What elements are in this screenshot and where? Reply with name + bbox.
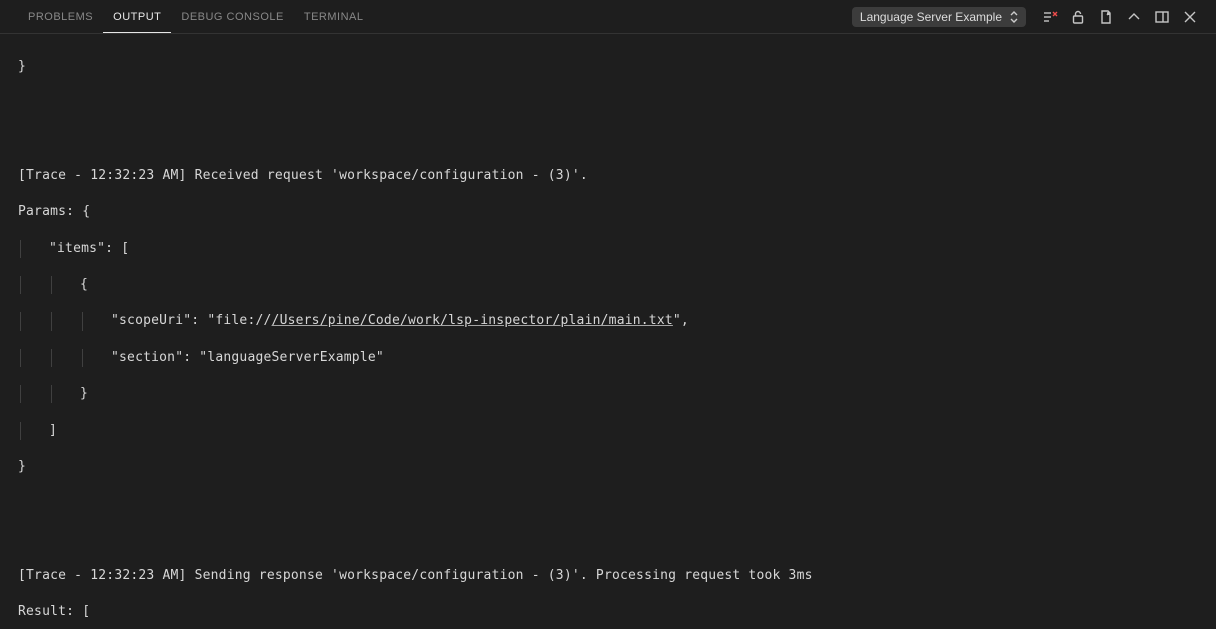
toggle-layout-button[interactable] [1148,3,1176,31]
open-log-file-button[interactable] [1092,3,1120,31]
output-channel-select[interactable]: Language Server Example [852,7,1026,27]
close-icon [1182,9,1198,25]
clear-output-button[interactable] [1036,3,1064,31]
log-line: { [18,276,1198,294]
panel-layout-icon [1154,9,1170,25]
tab-output[interactable]: OUTPUT [103,1,171,33]
close-panel-button[interactable] [1176,3,1204,31]
lock-open-icon [1070,9,1086,25]
log-line: } [18,58,1198,76]
log-line: Result: [ [18,603,1198,621]
output-log-view[interactable]: } [Trace - 12:32:23 AM] Received request… [0,34,1216,629]
tab-debug-console[interactable]: DEBUG CONSOLE [171,1,293,33]
log-line: Params: { [18,203,1198,221]
file-arrow-icon [1098,9,1114,25]
clear-output-icon [1042,9,1058,25]
tab-terminal[interactable]: TERMINAL [294,1,374,33]
log-line: } [18,385,1198,403]
lock-scroll-button[interactable] [1064,3,1092,31]
log-line: ] [18,422,1198,440]
output-channel-selected: Language Server Example [860,10,1002,24]
log-line: [Trace - 12:32:23 AM] Sending response '… [18,567,1198,585]
log-line: "scopeUri": "file:///Users/pine/Code/wor… [18,312,1198,330]
updown-icon [1010,11,1018,23]
log-line: [Trace - 12:32:23 AM] Received request '… [18,167,1198,185]
log-line: } [18,458,1198,476]
chevron-up-icon [1126,9,1142,25]
collapse-panel-button[interactable] [1120,3,1148,31]
log-line: "items": [ [18,240,1198,258]
log-line: "section": "languageServerExample" [18,349,1198,367]
tab-problems[interactable]: PROBLEMS [18,1,103,33]
panel-tab-bar: PROBLEMS OUTPUT DEBUG CONSOLE TERMINAL L… [0,0,1216,34]
